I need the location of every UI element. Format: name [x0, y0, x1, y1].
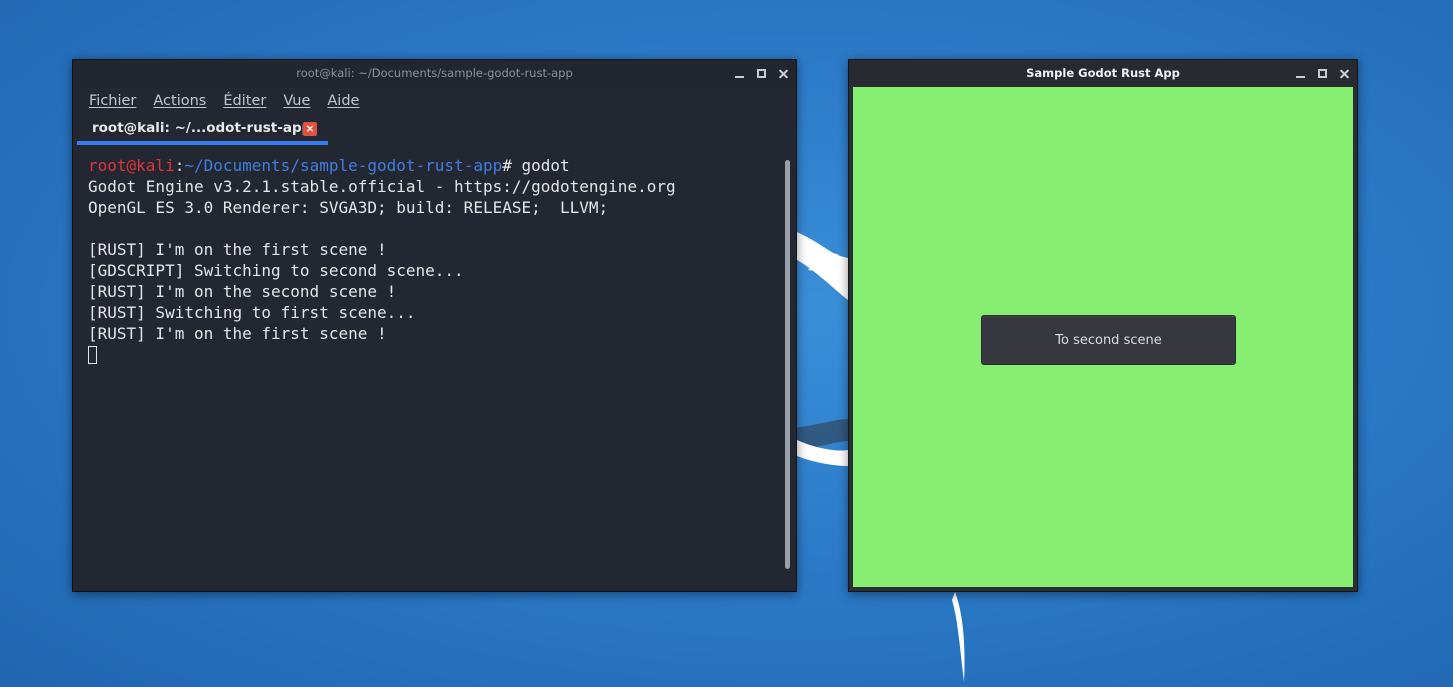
godot-titlebar[interactable]: Sample Godot Rust App [849, 60, 1357, 87]
terminal-output-line: [RUST] I'm on the second scene ! [88, 282, 397, 301]
minimize-icon[interactable] [1296, 69, 1305, 78]
prompt-colon: : [174, 156, 185, 175]
terminal-output-line: [RUST] Switching to first scene... [88, 303, 416, 322]
terminal-output-line: [RUST] I'm on the first scene ! [88, 240, 387, 259]
godot-window-title: Sample Godot Rust App [1026, 66, 1180, 80]
maximize-icon[interactable] [1318, 69, 1327, 78]
terminal-scroll-thumb[interactable] [785, 160, 790, 569]
terminal-output-line: Godot Engine v3.2.1.stable.official - ht… [88, 177, 676, 196]
minimize-icon[interactable] [735, 69, 744, 78]
terminal-window-title: root@kali: ~/Documents/sample-godot-rust… [296, 66, 573, 80]
terminal-tab-label: root@kali: ~/...odot-rust-app [92, 119, 312, 136]
menu-actions[interactable]: Actions [153, 93, 206, 109]
to-second-scene-button[interactable]: To second scene [981, 315, 1236, 365]
terminal-output-line: [GDSCRIPT] Switching to second scene... [88, 261, 464, 280]
terminal-cursor-line [88, 344, 778, 365]
godot-app-window[interactable]: Sample Godot Rust App To second scene [848, 59, 1358, 592]
godot-viewport: To second scene [853, 87, 1353, 587]
menu-editer[interactable]: Éditer [223, 93, 266, 109]
menu-vue[interactable]: Vue [283, 93, 310, 109]
terminal-tabbar: root@kali: ~/...odot-rust-app × [73, 114, 796, 145]
terminal-output[interactable]: root@kali:~/Documents/sample-godot-rust-… [73, 146, 778, 591]
prompt-user-host: root@kali [88, 156, 175, 175]
tab-close-icon[interactable]: × [303, 122, 317, 136]
prompt-command: # godot [502, 156, 570, 175]
terminal-tab[interactable]: root@kali: ~/...odot-rust-app × [77, 114, 328, 145]
menu-aide[interactable]: Aide [327, 93, 359, 109]
close-icon[interactable] [1340, 69, 1349, 78]
terminal-menubar: Fichier Actions Éditer Vue Aide [73, 87, 796, 114]
terminal-window-controls [735, 60, 788, 87]
prompt-path: ~/Documents/sample-godot-rust-app [184, 156, 503, 175]
terminal-prompt-line: root@kali:~/Documents/sample-godot-rust-… [88, 155, 778, 176]
terminal-window[interactable]: root@kali: ~/Documents/sample-godot-rust… [72, 59, 797, 592]
terminal-output-line: OpenGL ES 3.0 Renderer: SVGA3D; build: R… [88, 198, 609, 217]
terminal-cursor [88, 346, 97, 364]
godot-window-controls [1296, 60, 1349, 87]
terminal-scrollbar[interactable] [783, 157, 792, 585]
close-icon[interactable] [779, 69, 788, 78]
maximize-icon[interactable] [757, 69, 766, 78]
menu-fichier[interactable]: Fichier [89, 93, 136, 109]
terminal-output-line: [RUST] I'm on the first scene ! [88, 324, 387, 343]
terminal-titlebar[interactable]: root@kali: ~/Documents/sample-godot-rust… [73, 60, 796, 87]
